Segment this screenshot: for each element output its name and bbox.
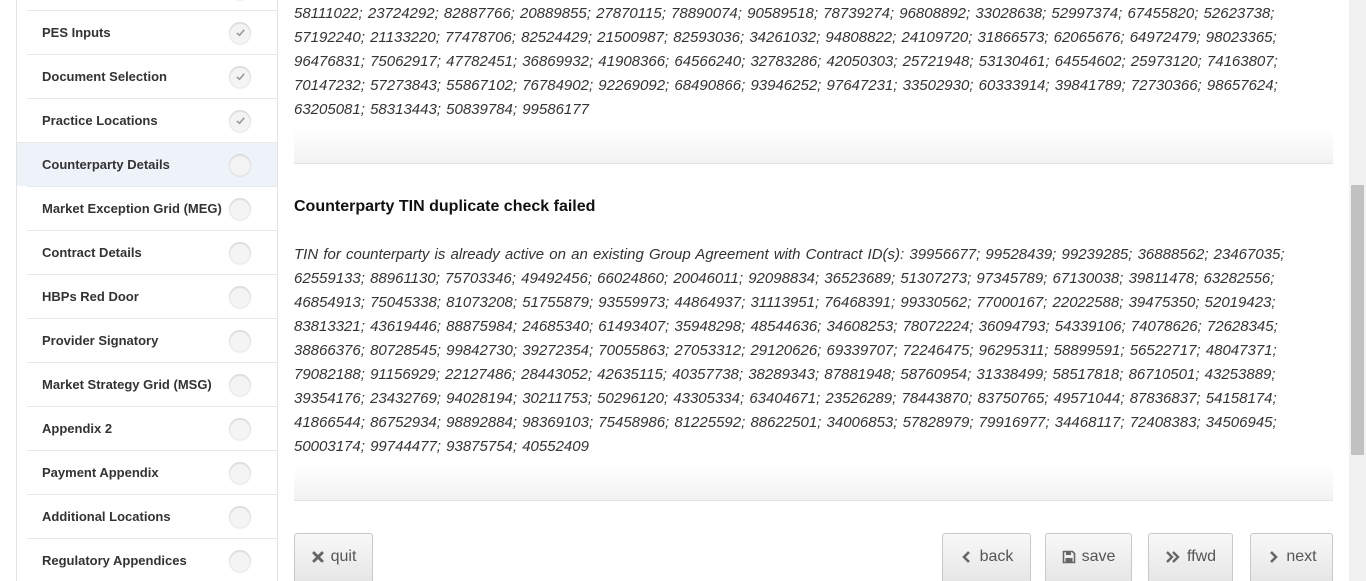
sidebar-item-additional-locations[interactable]: Additional Locations (27, 494, 277, 538)
check-icon (229, 109, 251, 132)
ffwd-button-label: ffwd (1186, 547, 1217, 565)
status-circle-icon (229, 197, 251, 220)
status-circle-icon (229, 241, 251, 264)
sidebar-item-hbps-red-door[interactable]: HBPs Red Door (27, 274, 277, 318)
main-content: 58111022; 23724292; 82887766; 20889855; … (294, 0, 1333, 581)
sidebar-item-counterparty-details[interactable]: Counterparty Details (17, 142, 277, 186)
ffwd-button[interactable]: ffwd (1148, 533, 1233, 581)
sidebar-item-market-exception-grid[interactable]: Market Exception Grid (MEG) (27, 186, 277, 230)
sidebar-item-label: HBPs Red Door (42, 289, 139, 304)
sidebar-item-partial-top[interactable] (27, 0, 277, 10)
status-circle-icon (229, 373, 251, 396)
sidebar-item-payment-appendix[interactable]: Payment Appendix (27, 450, 277, 494)
sidebar-item-provider-signatory[interactable]: Provider Signatory (27, 318, 277, 362)
scrollbar-thumb[interactable] (1351, 185, 1364, 455)
sidebar-item-label: Counterparty Details (42, 157, 170, 172)
sidebar-item-label: Practice Locations (42, 113, 158, 128)
sidebar-item-label: Contract Details (42, 245, 142, 260)
back-button[interactable]: back (942, 533, 1031, 581)
error-message-text: TIN for counterparty is already active o… (294, 246, 1285, 455)
sidebar-item-label: Additional Locations (42, 509, 171, 524)
quit-button-label: quit (330, 547, 357, 565)
save-button[interactable]: save (1045, 533, 1132, 581)
next-button[interactable]: next (1250, 533, 1333, 581)
sidebar-item-regulatory-appendices[interactable]: Regulatory Appendices (27, 538, 277, 581)
error-message-2: TIN for counterparty is already active o… (294, 243, 1333, 459)
status-circle-icon (229, 505, 251, 528)
sidebar-item-practice-locations[interactable]: Practice Locations (27, 98, 277, 142)
page-scrollbar[interactable] (1349, 0, 1366, 581)
sidebar-item-pes-inputs[interactable]: PES Inputs (27, 10, 277, 54)
sidebar-nav-list: PES Inputs Document Selection Practice L… (17, 0, 277, 581)
chevron-right-icon (1270, 550, 1279, 563)
error-message-text: 58111022; 23724292; 82887766; 20889855; … (294, 5, 1278, 118)
sidebar-item-label: Payment Appendix (42, 465, 159, 480)
sidebar-nav: PES Inputs Document Selection Practice L… (16, 0, 278, 581)
sidebar-item-appendix-2[interactable]: Appendix 2 (27, 406, 277, 450)
chevron-left-icon (961, 550, 970, 563)
status-circle-icon (229, 153, 251, 176)
next-button-label: next (1286, 547, 1317, 565)
status-circle-icon (229, 461, 251, 484)
error-message-title: Counterparty TIN duplicate check failed (294, 198, 596, 215)
status-circle-icon (229, 549, 251, 572)
status-circle-icon (229, 417, 251, 440)
status-circle-icon (229, 329, 251, 352)
check-icon (229, 21, 251, 44)
back-button-label: back (979, 547, 1014, 565)
sidebar-item-label: Document Selection (42, 69, 167, 84)
sidebar-item-contract-details[interactable]: Contract Details (27, 230, 277, 274)
error-message-1: 58111022; 23724292; 82887766; 20889855; … (294, 2, 1333, 122)
sidebar-item-document-selection[interactable]: Document Selection (27, 54, 277, 98)
sidebar-item-label: Regulatory Appendices (42, 553, 187, 568)
check-icon (229, 65, 251, 88)
quit-button[interactable]: quit (294, 533, 373, 581)
double-chevron-right-icon (1166, 550, 1180, 563)
save-button-label: save (1081, 547, 1116, 565)
sidebar-item-label: Market Exception Grid (MEG) (42, 201, 222, 216)
sidebar-item-market-strategy-grid[interactable]: Market Strategy Grid (MSG) (27, 362, 277, 406)
sidebar-item-label: PES Inputs (42, 25, 111, 40)
close-icon (312, 551, 324, 562)
status-circle-icon (229, 285, 251, 308)
sidebar-item-label: Appendix 2 (42, 421, 113, 436)
message-divider (294, 465, 1333, 501)
floppy-disk-icon (1062, 550, 1075, 563)
message-divider (294, 128, 1333, 164)
page: PES Inputs Document Selection Practice L… (0, 0, 1366, 581)
sidebar-item-label: Market Strategy Grid (MSG) (42, 377, 212, 392)
sidebar-item-label: Provider Signatory (42, 333, 159, 348)
